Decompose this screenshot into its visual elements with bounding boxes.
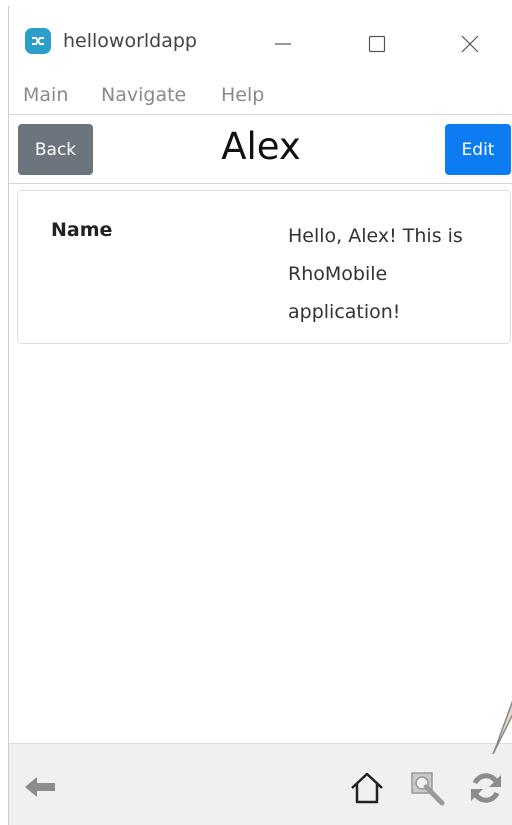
app-window: helloworldapp Main Navigate Help Alex Ba… [8, 6, 512, 825]
maximize-icon [368, 35, 386, 53]
home-icon [351, 772, 383, 804]
edit-button[interactable]: Edit [445, 124, 511, 175]
back-button[interactable]: Back [18, 124, 93, 175]
menu-help[interactable]: Help [221, 84, 264, 106]
minimize-button[interactable] [263, 24, 303, 64]
name-label: Name [51, 219, 113, 241]
menu-bar: Main Navigate Help [9, 74, 512, 114]
zoom-icon [411, 772, 445, 806]
menu-navigate[interactable]: Navigate [101, 84, 186, 106]
name-value: Hello, Alex! This is RhoMobile applicati… [288, 225, 463, 323]
app-logo-icon [25, 28, 51, 54]
page-header: Alex Back Edit [9, 114, 512, 184]
bottom-toolbar [9, 743, 512, 825]
refresh-icon [471, 773, 501, 803]
callout-pointer [492, 700, 512, 754]
maximize-button[interactable] [357, 24, 397, 64]
close-icon [461, 35, 479, 53]
toolbar-back-button[interactable] [21, 772, 59, 802]
zoom-button[interactable] [407, 768, 447, 808]
window-title: helloworldapp [63, 30, 197, 52]
close-button[interactable] [450, 24, 490, 64]
home-button[interactable] [347, 768, 387, 808]
title-bar[interactable]: helloworldapp [9, 6, 512, 72]
refresh-button[interactable] [464, 768, 508, 808]
back-arrow-icon [25, 777, 55, 797]
menu-main[interactable]: Main [23, 84, 68, 106]
minimize-icon [275, 43, 291, 45]
detail-card: Name Hello, Alex! This is RhoMobile appl… [17, 190, 511, 344]
